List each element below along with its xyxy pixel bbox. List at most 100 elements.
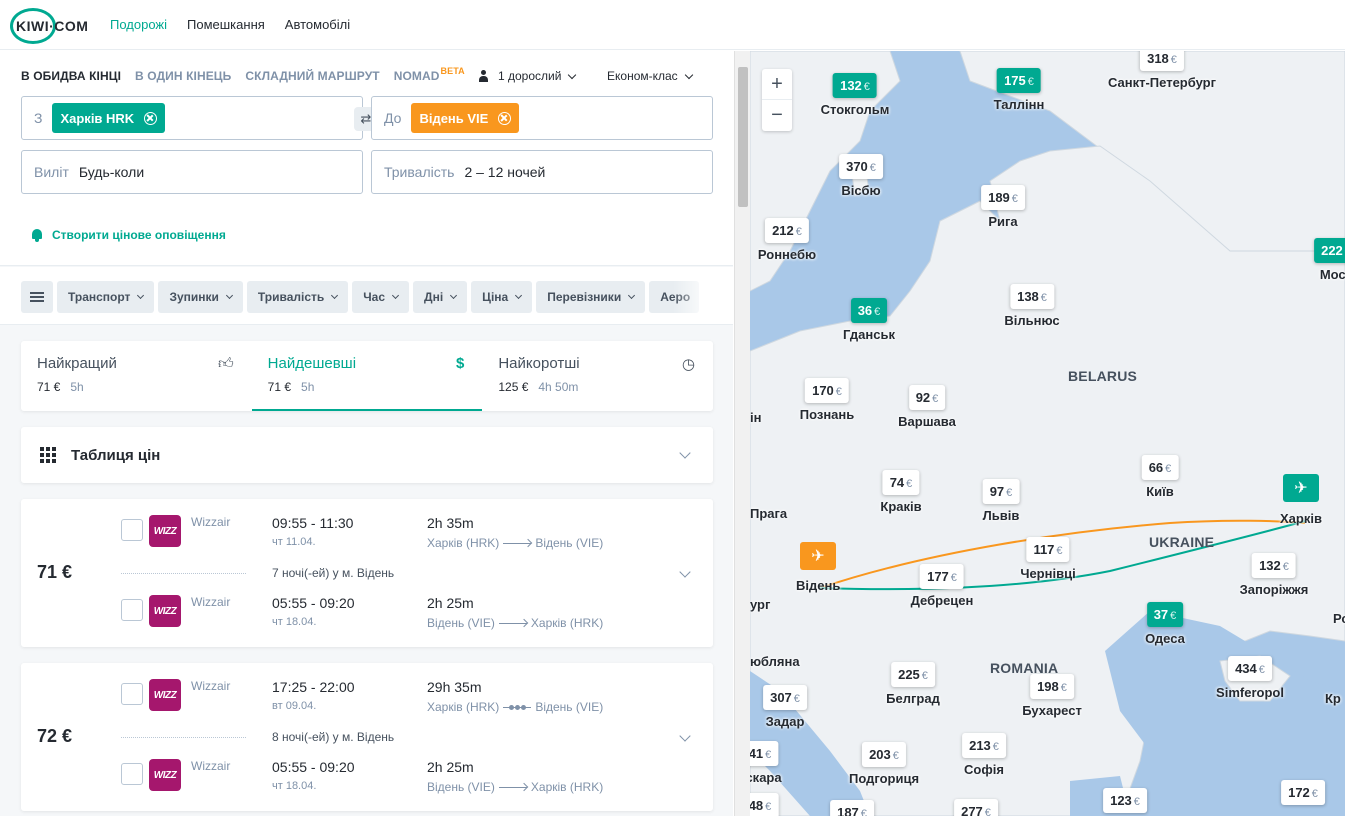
map-price-pin[interactable]: 177 € Дебрецен bbox=[911, 564, 973, 608]
pin-city: Вільнюс bbox=[1004, 313, 1060, 328]
map-price-pin[interactable]: 117 € Чернівці bbox=[1020, 537, 1076, 581]
trip-type-oneway[interactable]: В ОДИН КІНЕЦЬ bbox=[135, 69, 231, 83]
map-price-pin[interactable]: 48 € bbox=[750, 793, 779, 816]
checkbox[interactable] bbox=[121, 683, 143, 705]
destination-marker[interactable]: ✈ bbox=[800, 542, 836, 570]
map-price-pin[interactable]: 66 € Київ bbox=[1141, 455, 1179, 499]
chevron-down-icon[interactable] bbox=[679, 566, 691, 578]
nav-travel[interactable]: Подорожі bbox=[110, 17, 167, 32]
currency-label: € bbox=[1060, 682, 1067, 694]
pin-price: 132 bbox=[840, 78, 862, 93]
passengers-select[interactable]: 1 дорослий bbox=[478, 69, 577, 83]
checkbox[interactable] bbox=[121, 599, 143, 621]
map-price-pin[interactable]: 189 € Рига bbox=[981, 185, 1025, 229]
map-price-pin[interactable]: 92 € Варшава bbox=[898, 385, 956, 429]
results-scrollbar[interactable] bbox=[734, 51, 750, 816]
filter-days[interactable]: Дні bbox=[413, 281, 468, 313]
map-price-pin[interactable]: 198 € Бухарест bbox=[1022, 674, 1082, 718]
map-price-pin[interactable]: 41€ ескара bbox=[750, 741, 782, 785]
kiwi-logo[interactable]: KIWI·COM bbox=[10, 8, 88, 44]
map-price-pin[interactable]: 37 € Одеса bbox=[1145, 602, 1185, 646]
tab-cheapest[interactable]: Найдешевші 71 € 5h $ bbox=[251, 341, 483, 411]
map-price-pin[interactable]: 203 € Подгориця bbox=[849, 742, 919, 786]
result-card[interactable]: 71 € WIZZ Wizzair 09:55 - 11:30 чт 11.04… bbox=[21, 499, 713, 647]
destination-field[interactable]: До Відень VIE bbox=[371, 96, 713, 140]
zoom-in-button[interactable]: + bbox=[762, 69, 792, 100]
pin-city: Бухарест bbox=[1022, 703, 1082, 718]
filter-label: Час bbox=[363, 290, 386, 304]
tab-title: Найкращий bbox=[37, 355, 117, 372]
map[interactable]: + − BELARUS UKRAINE ROMANIA Прага ург ін… bbox=[750, 51, 1345, 816]
filter-label: Дні bbox=[424, 290, 444, 304]
filter-carriers[interactable]: Перевізники bbox=[536, 281, 646, 313]
zoom-out-button[interactable]: − bbox=[762, 100, 792, 131]
map-price-pin[interactable]: 132 € Стокгольм bbox=[821, 73, 889, 117]
departure-field[interactable]: Виліт Будь-коли bbox=[21, 150, 363, 194]
nav-stays[interactable]: Помешкання bbox=[187, 17, 265, 32]
flight-route: Харків (HRK) Відень (VIE) bbox=[427, 700, 603, 714]
map-price-pin[interactable]: 123 € bbox=[1103, 788, 1147, 816]
map-price-pin[interactable]: 132 € Запоріжжя bbox=[1239, 553, 1309, 597]
map-city-label: юбляна bbox=[750, 654, 800, 669]
map-price-pin[interactable]: 170 € Познань bbox=[800, 378, 854, 422]
map-price-pin[interactable]: 225 € Белград bbox=[886, 662, 940, 706]
map-price-pin[interactable]: 434 € Simferopol bbox=[1216, 656, 1284, 700]
sort-tabs: Найкращий 71 €5h 👍︎ Найдешевші 71 €5h $ … bbox=[21, 341, 713, 411]
pin-price: 225 bbox=[898, 667, 920, 682]
tab-fastest[interactable]: Найкоротші 125 € 4h 50m ◷ bbox=[482, 341, 713, 411]
filter-price[interactable]: Ціна bbox=[471, 281, 533, 313]
origin-marker[interactable]: ✈ bbox=[1283, 474, 1319, 502]
tab-best[interactable]: Найкращий 71 € 5h 👍︎ bbox=[21, 341, 252, 411]
trip-type-multicity[interactable]: СКЛАДНИЙ МАРШРУТ bbox=[245, 69, 379, 83]
tab-title: Найдешевші bbox=[267, 355, 357, 372]
map-price-pin[interactable]: 138 € Вільнюс bbox=[1004, 284, 1060, 328]
filters-toggle-button[interactable] bbox=[21, 281, 53, 313]
arrow-right-icon bbox=[498, 622, 527, 624]
price-alert-button[interactable]: Створити цінове оповіщення bbox=[30, 228, 226, 242]
destination-tag[interactable]: Відень VIE bbox=[411, 103, 520, 133]
map-price-pin[interactable]: 175 € Таллінн bbox=[994, 68, 1044, 112]
flight-date: чт 18.04. bbox=[272, 616, 317, 628]
chevron-down-icon bbox=[515, 291, 523, 300]
chevron-down-icon bbox=[684, 70, 693, 79]
map-price-pin[interactable]: 222€Моск bbox=[1314, 238, 1345, 282]
result-card[interactable]: 72 € WIZZ Wizzair 17:25 - 22:00 вт 09.04… bbox=[21, 663, 713, 811]
checkbox[interactable] bbox=[121, 763, 143, 785]
map-price-pin[interactable]: 172 € bbox=[1281, 780, 1325, 809]
pin-price: 92 bbox=[915, 390, 931, 405]
map-price-pin[interactable]: 370 € Вісбю bbox=[839, 154, 883, 198]
map-price-pin[interactable]: 213 € Софія bbox=[962, 733, 1006, 777]
price-table-toggle[interactable]: Таблиця цін bbox=[21, 427, 713, 483]
currency-label: € bbox=[1040, 292, 1047, 304]
remove-origin-icon[interactable] bbox=[144, 111, 158, 125]
currency-label: € bbox=[1006, 487, 1013, 499]
checkbox[interactable] bbox=[121, 519, 143, 541]
nav-cars[interactable]: Автомобілі bbox=[285, 17, 350, 32]
map-price-pin[interactable]: 318 € Санкт-Петербург bbox=[1108, 51, 1216, 90]
map-price-pin[interactable]: 212 € Роннебю bbox=[758, 218, 816, 262]
filter-time[interactable]: Час bbox=[352, 281, 410, 313]
map-price-pin[interactable]: 307 € Задар bbox=[763, 685, 807, 729]
map-price-pin[interactable]: 36 € Гданськ bbox=[843, 298, 895, 342]
origin-field[interactable]: З Харків HRK bbox=[21, 96, 363, 140]
inbound-segment: WIZZ Wizzair 05:55 - 09:20 чт 18.04. 2h … bbox=[121, 595, 681, 635]
remove-destination-icon[interactable] bbox=[498, 111, 512, 125]
outbound-segment: WIZZ Wizzair 09:55 - 11:30 чт 11.04. 2h … bbox=[121, 515, 681, 555]
filter-stops[interactable]: Зупинки bbox=[158, 281, 243, 313]
map-price-pin[interactable]: 97 € Львів bbox=[983, 479, 1019, 523]
trip-type-nomad[interactable]: NOMADBETA bbox=[394, 66, 465, 83]
map-city-label: Прага bbox=[750, 506, 788, 521]
origin-tag[interactable]: Харків HRK bbox=[52, 103, 166, 133]
trip-type-return[interactable]: В ОБИДВА КІНЦІ bbox=[21, 69, 121, 83]
cabin-select[interactable]: Економ-клас bbox=[607, 69, 693, 83]
map-price-pin[interactable]: 277 € bbox=[954, 799, 998, 816]
map-price-pin[interactable]: 187 € bbox=[830, 800, 874, 816]
duration-field[interactable]: Тривалість 2 – 12 ночей bbox=[371, 150, 713, 194]
scrollbar-thumb[interactable] bbox=[738, 67, 748, 207]
chevron-down-icon[interactable] bbox=[679, 730, 691, 742]
beta-badge: BETA bbox=[440, 66, 465, 76]
filter-transport[interactable]: Транспорт bbox=[57, 281, 155, 313]
map-price-pin[interactable]: 74 € Краків bbox=[880, 470, 922, 514]
filter-duration[interactable]: Тривалість bbox=[246, 281, 349, 313]
pin-city: Запоріжжя bbox=[1239, 582, 1309, 597]
